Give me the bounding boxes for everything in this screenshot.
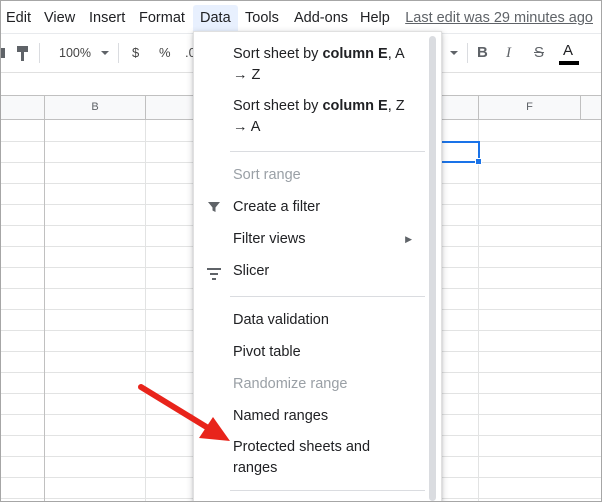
sort-desc-suffix: , Z — [387, 98, 405, 114]
sort-desc-prefix: Sort sheet by — [233, 98, 323, 114]
menu-insert[interactable]: Insert — [85, 7, 129, 29]
sort-range-label: Sort range — [233, 167, 301, 183]
toolbar-divider — [467, 43, 468, 63]
text-color-button[interactable]: A — [563, 34, 573, 72]
menu-data[interactable]: Data — [193, 5, 238, 31]
menu-edit[interactable]: Edit — [2, 7, 35, 29]
sort-asc-line2: → Z — [233, 67, 261, 83]
sort-desc-line2: → A — [233, 119, 261, 135]
last-edit-link[interactable]: Last edit was 29 minutes ago — [405, 7, 593, 29]
filter-views-label: Filter views — [233, 231, 306, 247]
sort-asc-prefix: Sort sheet by — [233, 46, 323, 62]
filter-views-item[interactable]: Filter views ▶ — [194, 229, 424, 250]
print-icon[interactable] — [1, 34, 7, 72]
text-color-swatch — [559, 61, 579, 65]
menu-tools[interactable]: Tools — [241, 7, 283, 29]
pivot-table-label: Pivot table — [233, 344, 301, 360]
sort-sheet-z-a-item[interactable]: Sort sheet by column E, Z → A — [194, 96, 424, 138]
submenu-arrow-icon: ▶ — [405, 234, 412, 244]
randomize-range-label: Randomize range — [233, 376, 348, 392]
menu-help[interactable]: Help — [356, 7, 394, 29]
sort-asc-column: column E — [322, 46, 388, 62]
pivot-table-item[interactable]: Pivot table — [194, 342, 424, 363]
protected-sheets-label-line1: Protected sheets and — [233, 439, 371, 455]
menu-bar: Edit View Insert Format Data Tools Add-o… — [1, 1, 601, 33]
percent-format-button[interactable]: % — [159, 34, 171, 72]
column-line — [478, 120, 479, 501]
menu-divider — [230, 151, 425, 152]
filter-icon — [207, 200, 221, 221]
sort-sheet-a-z-item[interactable]: Sort sheet by column E, A → Z — [194, 44, 424, 86]
red-arrow-annotation — [138, 384, 230, 441]
row-header-border — [44, 120, 45, 501]
currency-format-button[interactable]: $ — [132, 34, 139, 72]
sort-asc-suffix: , A — [387, 46, 405, 62]
slicer-label: Slicer — [233, 263, 270, 279]
protected-sheets-label-line2: ranges — [233, 460, 278, 476]
font-size-chevron-down-icon[interactable] — [449, 34, 459, 72]
row-header-corner[interactable] — [1, 96, 45, 119]
paint-format-icon[interactable] — [15, 34, 31, 72]
menu-view[interactable]: View — [40, 7, 79, 29]
fill-handle[interactable] — [475, 158, 482, 165]
named-ranges-label: Named ranges — [233, 408, 329, 424]
data-validation-label: Data validation — [233, 312, 329, 328]
menu-add-ons[interactable]: Add-ons — [290, 7, 352, 29]
menu-divider — [230, 490, 425, 491]
slicer-icon — [207, 266, 221, 287]
italic-button[interactable]: I — [506, 34, 511, 72]
zoom-chevron-down-icon[interactable] — [100, 34, 110, 72]
column-header-b[interactable]: B — [45, 96, 146, 119]
column-header-f[interactable]: F — [479, 96, 581, 119]
slicer-item[interactable]: Slicer — [194, 261, 424, 282]
column-header-e[interactable] — [442, 96, 479, 119]
strikethrough-button[interactable]: S — [534, 34, 544, 72]
menu-scrollbar[interactable] — [429, 36, 436, 501]
zoom-select[interactable]: 100% — [59, 34, 91, 72]
spreadsheet-window: Edit View Insert Format Data Tools Add-o… — [0, 0, 602, 502]
active-cell-selection[interactable] — [437, 141, 480, 163]
create-filter-label: Create a filter — [233, 199, 321, 215]
sort-desc-column: column E — [322, 98, 388, 114]
menu-divider — [230, 296, 425, 297]
sort-range-item[interactable]: Sort range — [194, 165, 424, 186]
bold-button[interactable]: B — [477, 34, 488, 72]
toolbar-divider — [118, 43, 119, 63]
data-validation-item[interactable]: Data validation — [194, 310, 424, 331]
create-filter-item[interactable]: Create a filter — [194, 197, 424, 218]
menu-format[interactable]: Format — [135, 7, 189, 29]
toolbar-divider — [39, 43, 40, 63]
